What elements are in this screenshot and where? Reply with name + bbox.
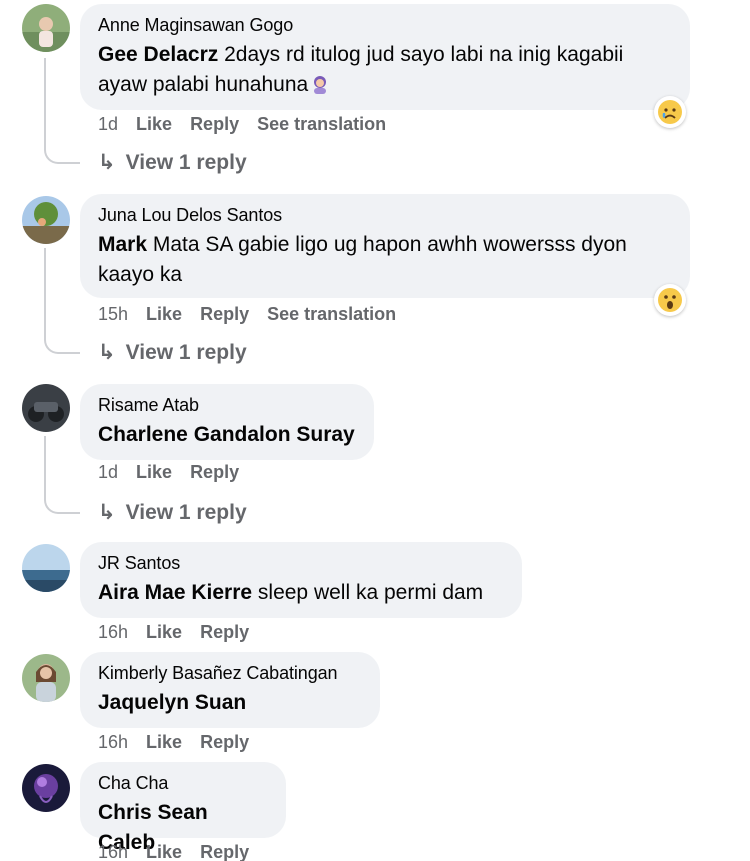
reply-button[interactable]: Reply [200,842,249,861]
like-button[interactable]: Like [146,622,182,643]
comment-bubble: Risame Atab Charlene Gandalon Suray [80,384,374,460]
comment-actions: 15h Like Reply See translation [98,304,414,325]
avatar[interactable] [22,4,70,52]
mention-link[interactable]: Aira Mae Kierre [98,581,252,604]
view-replies-button[interactable]: ↳ View 1 reply [98,150,247,175]
view-replies-button[interactable]: ↳ View 1 reply [98,500,247,525]
comment-author[interactable]: Kimberly Basañez Cabatingan [98,662,362,684]
comment-bubble: Kimberly Basañez Cabatingan Jaquelyn Sua… [80,652,380,728]
avatar[interactable] [22,764,70,812]
comment-actions: 1d Like Reply [98,462,257,483]
like-button[interactable]: Like [146,842,182,861]
comment-text: Jaquelyn Suan [98,688,362,718]
mention-link[interactable]: Charlene Gandalon Suray [98,423,355,446]
reply-arrow-icon: ↳ [98,341,116,364]
emoji-person-icon [310,73,330,94]
reply-button[interactable]: Reply [190,462,239,483]
see-translation-button[interactable]: See translation [257,114,386,135]
timestamp[interactable]: 15h [98,304,128,325]
reply-button[interactable]: Reply [190,114,239,135]
comment-bubble: Anne Maginsawan Gogo Gee Delacrz 2days r… [80,4,690,110]
timestamp[interactable]: 16h [98,842,128,861]
comment-text: Aira Mae Kierre sleep well ka permi dam [98,578,504,608]
comment-author[interactable]: Anne Maginsawan Gogo [98,14,672,36]
comment-author[interactable]: JR Santos [98,552,504,574]
avatar[interactable] [22,654,70,702]
comment-author[interactable]: Cha Cha [98,772,268,794]
comment-body: sleep well ka permi dam [252,581,484,604]
thread-line [44,248,80,354]
thread-line [44,436,80,514]
timestamp[interactable]: 1d [98,462,118,483]
timestamp[interactable]: 16h [98,622,128,643]
reply-button[interactable]: Reply [200,304,249,325]
avatar[interactable] [22,384,70,432]
timestamp[interactable]: 16h [98,732,128,753]
comment-text: Mark Mata SA gabie ligo ug hapon awhh wo… [98,230,672,290]
timestamp[interactable]: 1d [98,114,118,135]
comment-text: Gee Delacrz 2days rd itulog jud sayo lab… [98,40,672,100]
comment-bubble: Juna Lou Delos Santos Mark Mata SA gabie… [80,194,690,298]
reply-arrow-icon: ↳ [98,501,116,524]
avatar[interactable] [22,544,70,592]
comment-actions: 16h Like Reply [98,622,267,643]
comment-text: Charlene Gandalon Suray [98,420,356,450]
view-replies-label: View 1 reply [125,150,247,174]
mention-link[interactable]: Jaquelyn Suan [98,691,246,714]
comment-actions: 16h Like Reply [98,842,267,861]
see-translation-button[interactable]: See translation [267,304,396,325]
comment-bubble: Cha Cha Chris Sean Caleb [80,762,286,854]
view-replies-label: View 1 reply [125,340,247,364]
reply-button[interactable]: Reply [200,732,249,753]
mention-link[interactable]: Mark [98,233,147,256]
reply-button[interactable]: Reply [200,622,249,643]
thread-line [44,58,80,164]
view-replies-button[interactable]: ↳ View 1 reply [98,340,247,365]
mention-link[interactable]: Gee Delacrz [98,43,218,66]
comment-author[interactable]: Juna Lou Delos Santos [98,204,672,226]
comment-author[interactable]: Risame Atab [98,394,356,416]
reply-arrow-icon: ↳ [98,151,116,174]
like-button[interactable]: Like [146,732,182,753]
sad-reaction-icon[interactable] [654,96,686,128]
view-replies-label: View 1 reply [125,500,247,524]
comment-actions: 1d Like Reply See translation [98,114,404,135]
comment-body: Mata SA gabie ligo ug hapon awhh wowerss… [98,233,627,286]
comment-bubble: JR Santos Aira Mae Kierre sleep well ka … [80,542,522,618]
comment-actions: 16h Like Reply [98,732,267,753]
like-button[interactable]: Like [136,462,172,483]
avatar[interactable] [22,196,70,244]
like-button[interactable]: Like [136,114,172,135]
like-button[interactable]: Like [146,304,182,325]
wow-reaction-icon[interactable] [654,284,686,316]
